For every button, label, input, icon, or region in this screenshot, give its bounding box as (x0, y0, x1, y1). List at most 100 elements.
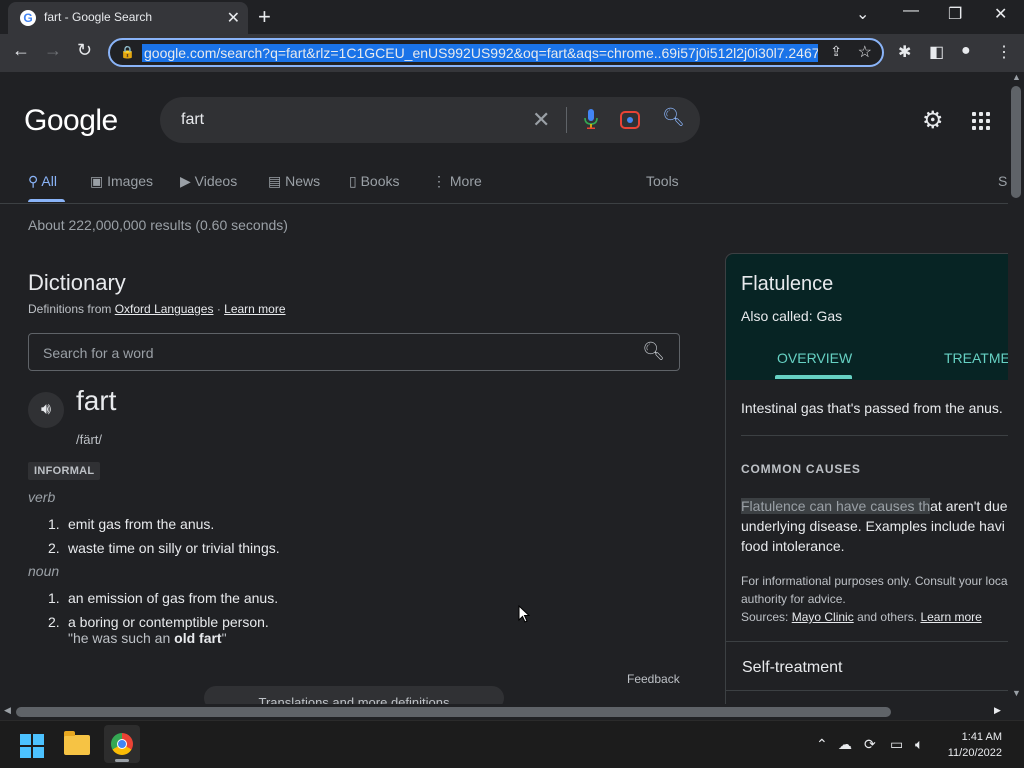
word-search-placeholder[interactable]: Search for a word (43, 345, 154, 361)
onedrive-cloud-icon[interactable]: ☁ (838, 736, 852, 753)
knowledge-panel-title: Flatulence (741, 273, 834, 295)
tab-books[interactable]: ▯ Books (349, 173, 400, 190)
address-bar[interactable]: 🔒 google.com/search?q=fart&rlz=1C1GCEU_e… (108, 38, 884, 67)
tab-treatment[interactable]: TREATME (944, 350, 1008, 366)
part-of-speech-noun: noun (28, 563, 60, 579)
back-arrow-icon[interactable]: ← (12, 40, 30, 61)
clock-date: 11/20/2022 (947, 747, 1002, 759)
safesearch-label-partial[interactable]: S (998, 173, 1007, 189)
restore-icon[interactable]: ❐ (948, 4, 962, 24)
oxford-languages-link[interactable]: Oxford Languages (115, 302, 214, 316)
tab-search-chevron-icon[interactable]: ⌄ (856, 4, 869, 24)
image-icon: ▣ (90, 173, 108, 189)
mayo-clinic-link[interactable]: Mayo Clinic (792, 610, 854, 624)
browser-tab[interactable]: G fart - Google Search ✕ (8, 2, 248, 34)
dictionary-title: Dictionary (28, 270, 126, 295)
scroll-right-arrow-icon[interactable]: ▶ (994, 705, 1001, 716)
example-sentence: "he was such an old fart" (68, 630, 227, 646)
lock-icon[interactable]: 🔒 (120, 45, 135, 59)
tab-all[interactable]: ⚲ All (28, 173, 57, 190)
new-tab-button[interactable]: + (258, 4, 271, 30)
reload-icon[interactable]: ↻ (77, 40, 92, 61)
tab-title: fart - Google Search (44, 10, 153, 24)
system-clock[interactable]: 1:41 AM 11/20/2022 (946, 729, 1002, 761)
search-box[interactable]: fart ✕ 🔍︎ (160, 97, 700, 143)
definition-item: 1. emit gas from the anus. (48, 516, 215, 532)
settings-gear-icon[interactable]: ⚙ (922, 106, 944, 135)
translations-more-definitions-button[interactable]: Translations and more definitions (204, 686, 504, 704)
tabs-divider (0, 203, 1008, 204)
part-of-speech-verb: verb (28, 489, 56, 505)
word-search-input[interactable]: Search for a word 🔍︎ (28, 333, 680, 371)
google-lens-camera-icon[interactable] (620, 111, 640, 129)
tab-more[interactable]: ⋮ More (432, 173, 482, 190)
word-search-icon[interactable]: 🔍︎ (642, 341, 665, 362)
google-favicon-icon: G (20, 10, 36, 26)
bookmark-star-icon[interactable]: ☆ (858, 42, 872, 62)
knowledge-panel: Flatulence Also called: Gas OVERVIEW TRE… (725, 253, 1008, 704)
vertical-scroll-thumb[interactable] (1011, 86, 1021, 198)
register-badge: INFORMAL (28, 462, 101, 480)
definition-item: 1. an emission of gas from the anus. (48, 590, 279, 606)
sync-icon[interactable]: ⟳ (864, 736, 876, 753)
horizontal-scroll-thumb[interactable] (16, 707, 891, 717)
pronunciation-speaker-icon[interactable]: 🔊︎ (28, 392, 64, 428)
self-treatment-section[interactable]: Self-treatment (742, 659, 842, 677)
volume-speaker-icon[interactable]: 🔈︎ (915, 736, 923, 753)
kp-learn-more-link[interactable]: Learn more (920, 610, 981, 624)
mouse-cursor-icon (518, 605, 530, 623)
active-app-indicator (115, 759, 129, 762)
side-panel-icon[interactable]: ◧ (929, 42, 944, 62)
search-magnifier-icon[interactable]: 🔍︎ (662, 107, 685, 128)
feedback-link[interactable]: Feedback (627, 672, 680, 686)
phonetic: /färt/ (76, 432, 103, 447)
dictionary-source: Definitions from Oxford Languages · Lear… (28, 302, 286, 316)
video-icon: ▶ (180, 173, 195, 189)
common-causes-heading: COMMON CAUSES (741, 462, 861, 476)
close-window-icon[interactable]: ✕ (994, 4, 1007, 24)
chrome-taskbar-button[interactable] (104, 725, 140, 763)
tab-news[interactable]: ▤ News (268, 173, 320, 190)
scroll-down-arrow-icon[interactable]: ▼ (1012, 688, 1021, 698)
google-logo[interactable]: Google (24, 104, 118, 138)
vertical-scrollbar[interactable]: ▲ ▼ (1008, 72, 1024, 704)
clear-icon[interactable]: ✕ (532, 107, 550, 133)
scroll-left-arrow-icon[interactable]: ◀ (4, 705, 11, 716)
common-causes-text: Flatulence can have causes that aren't d… (741, 498, 1008, 554)
chrome-menu-icon[interactable]: ⋮ (996, 42, 1012, 62)
windows-start-icon[interactable] (20, 734, 44, 758)
horizontal-scrollbar[interactable]: ◀ ▶ (0, 704, 1008, 720)
extensions-puzzle-icon[interactable]: ✱ (898, 42, 911, 62)
close-tab-icon[interactable]: ✕ (227, 8, 240, 28)
scroll-up-arrow-icon[interactable]: ▲ (1012, 72, 1021, 82)
tab-overview[interactable]: OVERVIEW (777, 350, 852, 366)
tab-videos[interactable]: ▶ Videos (180, 173, 237, 190)
forward-arrow-icon[interactable]: → (44, 40, 62, 61)
url-text[interactable]: google.com/search?q=fart&rlz=1C1GCEU_enU… (142, 44, 818, 62)
learn-more-link[interactable]: Learn more (224, 302, 285, 316)
file-explorer-icon[interactable] (64, 731, 90, 755)
profile-avatar-icon[interactable]: ● (961, 42, 971, 60)
network-monitor-icon[interactable]: ▭ (890, 736, 903, 753)
overview-tab-indicator (775, 375, 852, 379)
tools-button[interactable]: Tools (646, 173, 679, 189)
tab-images[interactable]: ▣ Images (90, 173, 153, 190)
search-icon: ⚲ (28, 173, 42, 189)
title-bar: G fart - Google Search ✕ + ⌄ — ❐ ✕ (0, 0, 1024, 34)
panel-divider (726, 641, 1008, 642)
panel-divider (726, 690, 1008, 691)
medical-disclaimer: For informational purposes only. Consult… (741, 574, 1008, 624)
news-icon: ▤ (268, 173, 286, 189)
search-input[interactable]: fart (181, 111, 204, 129)
selected-text-highlight: Flatulence can have causes th (741, 498, 931, 514)
google-apps-grid-icon[interactable] (972, 112, 990, 130)
result-stats: About 222,000,000 results (0.60 seconds) (28, 217, 288, 233)
minimize-icon[interactable]: — (903, 2, 919, 20)
show-hidden-icons-chevron-icon[interactable]: ⌃ (816, 736, 828, 753)
microphone-icon[interactable] (584, 109, 598, 129)
condition-description: Intestinal gas that's passed from the an… (741, 400, 1003, 416)
share-icon[interactable]: ⇪ (830, 43, 842, 60)
browser-toolbar: ← → ↻ 🔒 google.com/search?q=fart&rlz=1C1… (0, 34, 1024, 72)
scrollbar-corner (1008, 704, 1024, 720)
definition-item: 2. a boring or contemptible person. (48, 614, 269, 630)
